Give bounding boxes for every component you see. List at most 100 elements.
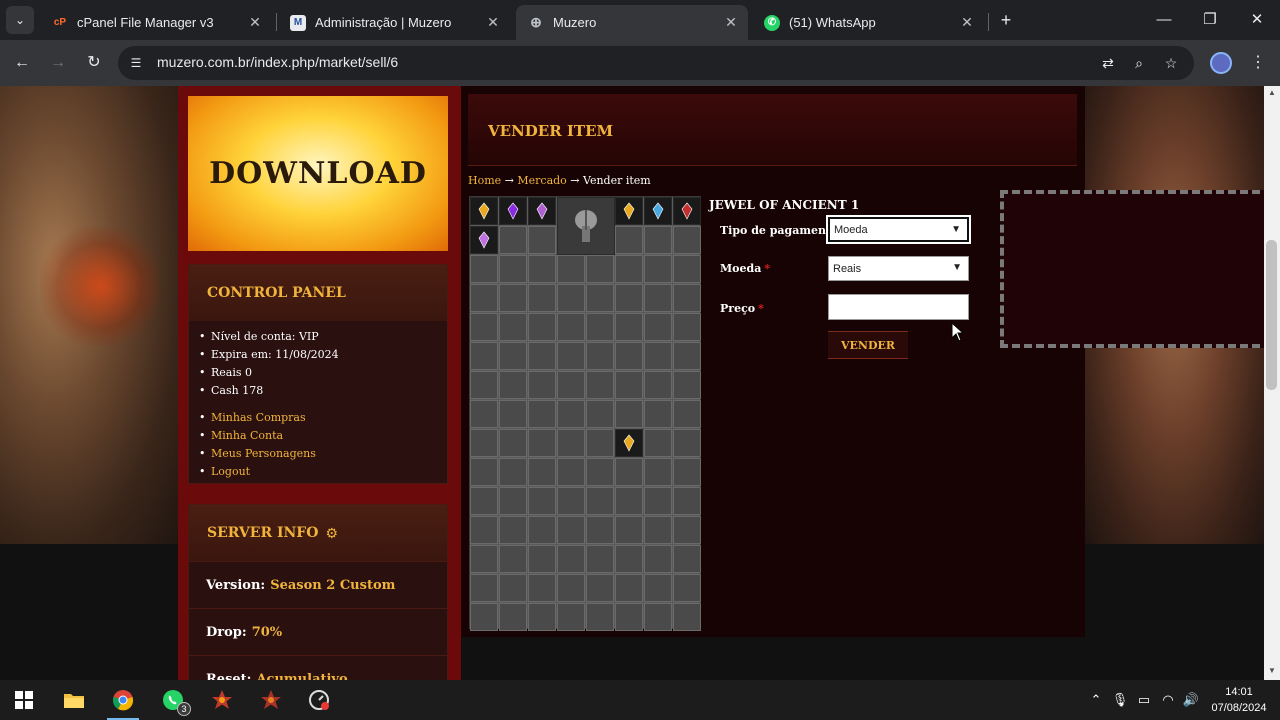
inventory-slot[interactable] — [499, 545, 527, 573]
inventory-slot[interactable] — [499, 284, 527, 312]
inventory-slot[interactable] — [528, 429, 556, 457]
inventory-slot[interactable] — [528, 342, 556, 370]
windows-start-icon[interactable] — [8, 684, 40, 716]
link-minha-conta[interactable]: Minha Conta — [199, 427, 447, 445]
close-tab-icon[interactable]: ✕ — [956, 14, 978, 31]
inventory-slot[interactable] — [528, 545, 556, 573]
page-scrollbar-thumb[interactable] — [1266, 240, 1277, 390]
close-tab-icon[interactable]: ✕ — [244, 14, 266, 31]
inventory-slot[interactable] — [499, 226, 527, 254]
inventory-slot[interactable] — [673, 603, 701, 631]
jewel-of-bless-icon[interactable] — [470, 197, 498, 225]
jewel-of-chaos-icon[interactable] — [528, 197, 556, 225]
inventory-slot[interactable] — [470, 603, 498, 631]
inventory-slot[interactable] — [528, 516, 556, 544]
chrome-icon[interactable] — [107, 684, 139, 720]
inventory-slot[interactable] — [470, 284, 498, 312]
inventory-slot[interactable] — [470, 487, 498, 515]
inventory-slot[interactable] — [615, 545, 643, 573]
inventory-slot[interactable] — [615, 255, 643, 283]
inventory-slot[interactable] — [586, 313, 614, 341]
profile-avatar-icon[interactable] — [1210, 52, 1232, 74]
battery-icon[interactable]: ▭ — [1134, 690, 1154, 710]
inventory-slot[interactable] — [673, 516, 701, 544]
inventory-slot[interactable] — [644, 342, 672, 370]
site-settings-tune-icon[interactable]: ☰ — [126, 53, 146, 73]
restore-window-icon[interactable]: ❐ — [1198, 9, 1222, 31]
inventory-slot[interactable] — [586, 429, 614, 457]
inventory-slot[interactable] — [499, 371, 527, 399]
inventory-slot[interactable] — [586, 603, 614, 631]
inventory-slot[interactable] — [470, 458, 498, 486]
inventory-slot[interactable] — [615, 487, 643, 515]
inventory-slot[interactable] — [644, 458, 672, 486]
close-tab-icon[interactable]: ✕ — [720, 14, 742, 31]
new-tab-plus-icon[interactable]: + — [996, 10, 1016, 30]
game-client-icon[interactable] — [255, 684, 287, 716]
minimize-icon[interactable]: — — [1152, 9, 1176, 31]
tray-overflow-chevron-icon[interactable]: ⌃ — [1086, 690, 1106, 710]
inventory-slot[interactable] — [615, 313, 643, 341]
tab-administracao[interactable]: M Administração | Muzero ✕ — [278, 5, 510, 40]
jewel-of-life-icon[interactable] — [644, 197, 672, 225]
inventory-slot[interactable] — [673, 400, 701, 428]
inventory-slot[interactable] — [499, 574, 527, 602]
inventory-slot[interactable] — [644, 313, 672, 341]
inventory-slot[interactable] — [557, 487, 585, 515]
inventory-slot[interactable] — [499, 400, 527, 428]
inventory-slot[interactable] — [528, 458, 556, 486]
inventory-slot[interactable] — [673, 226, 701, 254]
inventory-slot[interactable] — [470, 255, 498, 283]
inventory-slot[interactable] — [644, 516, 672, 544]
more-menu-dots-icon[interactable]: ⋮ — [1248, 51, 1268, 75]
inventory-slot[interactable] — [673, 255, 701, 283]
inventory-slot[interactable] — [644, 487, 672, 515]
inventory-slot[interactable] — [644, 603, 672, 631]
inventory-slot[interactable] — [673, 429, 701, 457]
jewel-of-bless-icon[interactable] — [615, 197, 643, 225]
inventory-slot[interactable] — [586, 545, 614, 573]
inventory-slot[interactable] — [470, 574, 498, 602]
inventory-slot[interactable] — [557, 429, 585, 457]
inventory-slot[interactable] — [673, 284, 701, 312]
url-text[interactable]: muzero.com.br/index.php/market/sell/6 — [157, 54, 398, 70]
link-meus-personagens[interactable]: Meus Personagens — [199, 445, 447, 463]
inventory-slot[interactable] — [557, 284, 585, 312]
inventory-slot[interactable] — [673, 545, 701, 573]
inventory-slot[interactable] — [644, 284, 672, 312]
inventory-slot[interactable] — [644, 574, 672, 602]
inventory-slot[interactable] — [615, 603, 643, 631]
inventory-slot[interactable] — [470, 429, 498, 457]
inventory-slot[interactable] — [528, 226, 556, 254]
tab-muzero[interactable]: ⊕ Muzero ✕ — [516, 5, 748, 40]
taskbar-clock[interactable]: 14:01 07/08/2024 — [1205, 684, 1273, 716]
inventory-slot[interactable] — [644, 255, 672, 283]
price-input[interactable] — [828, 294, 969, 320]
close-window-icon[interactable]: ✕ — [1245, 9, 1269, 31]
payment-type-select[interactable]: Moeda ▼ — [826, 215, 971, 244]
inventory-slot[interactable] — [615, 284, 643, 312]
inventory-slot[interactable] — [586, 574, 614, 602]
zoom-magnifier-icon[interactable]: ⌕ — [1129, 53, 1149, 73]
inventory-slot[interactable] — [499, 603, 527, 631]
inventory-slot[interactable] — [644, 226, 672, 254]
back-arrow-icon[interactable]: ← — [10, 51, 34, 75]
inventory-slot[interactable] — [615, 342, 643, 370]
inventory-slot[interactable] — [470, 313, 498, 341]
inventory-slot[interactable] — [470, 400, 498, 428]
bookmark-star-icon[interactable]: ☆ — [1161, 53, 1181, 73]
inventory-slot[interactable] — [615, 371, 643, 399]
scroll-up-arrow-icon[interactable]: ▲ — [1264, 86, 1280, 100]
inventory-slot[interactable] — [557, 458, 585, 486]
scroll-down-arrow-icon[interactable]: ▼ — [1264, 664, 1280, 678]
inventory-slot[interactable] — [557, 342, 585, 370]
inventory-slot[interactable] — [615, 400, 643, 428]
inventory-slot[interactable] — [499, 342, 527, 370]
inventory-slot[interactable] — [528, 284, 556, 312]
inventory-slot[interactable] — [673, 342, 701, 370]
inventory-slot[interactable] — [586, 342, 614, 370]
inventory-slot[interactable] — [499, 313, 527, 341]
breadcrumb-mercado-link[interactable]: Mercado — [517, 174, 566, 187]
inventory-slot[interactable] — [615, 516, 643, 544]
forward-arrow-icon[interactable]: → — [46, 51, 70, 75]
